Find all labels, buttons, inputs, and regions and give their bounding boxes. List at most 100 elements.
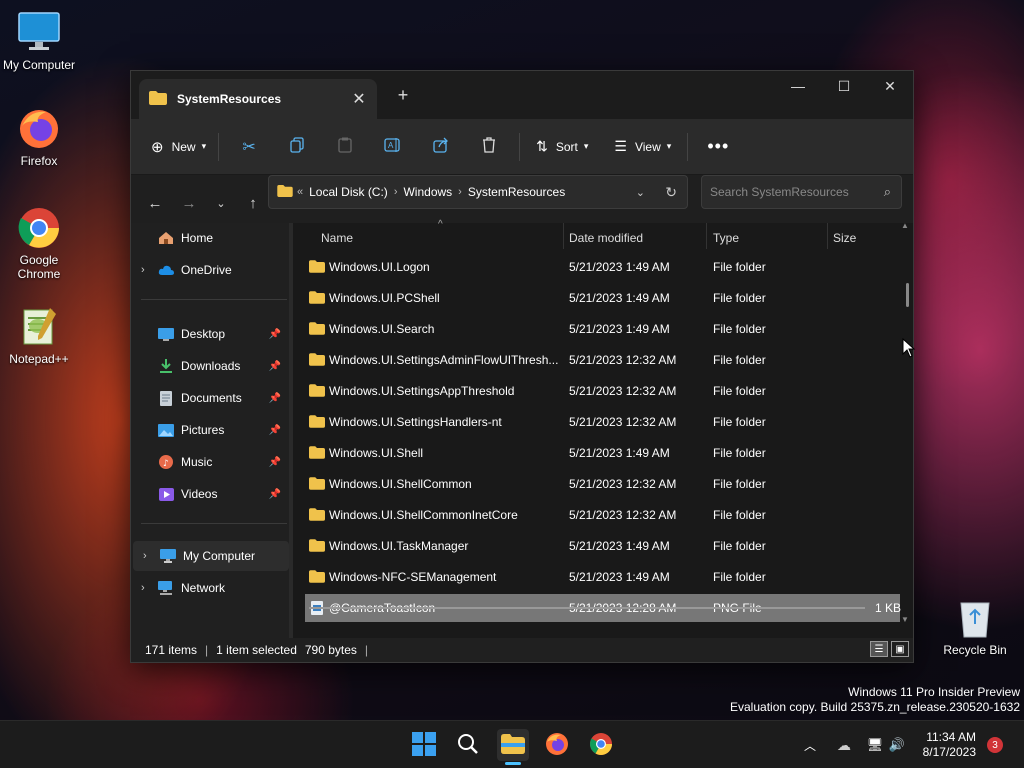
chevron-down-icon: ▾ (583, 141, 589, 151)
nav-item-pictures[interactable]: Pictures 📌 (131, 415, 287, 445)
tab-systemresources[interactable]: SystemResources ✕ (139, 79, 377, 119)
system-clock[interactable]: 11:34 AM 8/17/2023 (923, 730, 976, 760)
file-row[interactable]: Windows.UI.SettingsAppThreshold 5/21/2023… (305, 377, 900, 405)
taskbar-firefox[interactable] (541, 729, 573, 761)
overflow-chevron-icon[interactable]: « (297, 186, 303, 198)
pin-icon[interactable]: 📌 (269, 329, 281, 340)
expand-chevron-icon[interactable]: › (141, 264, 157, 276)
nav-item-home[interactable]: Home (131, 223, 287, 253)
file-row[interactable]: Windows-NFC-SEManagement 5/21/2023 1:49 A… (305, 563, 900, 591)
nav-item-my-computer[interactable]: › My Computer (133, 541, 289, 571)
search-button[interactable] (452, 729, 484, 761)
share-button[interactable] (417, 131, 465, 163)
back-button[interactable]: ← (139, 187, 171, 219)
address-dropdown-icon[interactable]: ⌄ (636, 186, 645, 199)
file-row[interactable]: Windows.UI.PCShell 5/21/2023 1:49 AM File … (305, 284, 900, 312)
network-icon (157, 580, 175, 596)
details-view-button[interactable]: ☰ (870, 641, 888, 657)
cut-button[interactable]: ✂ (225, 131, 273, 163)
column-header-type[interactable]: Type (713, 231, 739, 245)
close-tab-icon[interactable]: ✕ (347, 89, 371, 109)
nav-item-onedrive[interactable]: › OneDrive (131, 255, 287, 285)
music-icon: ♪ (157, 454, 175, 470)
column-header-date[interactable]: Date modified (569, 231, 643, 245)
file-row[interactable]: Windows.UI.SettingsHandlers-nt 5/21/2023 … (305, 408, 900, 436)
notification-badge[interactable]: 3 (987, 737, 1003, 753)
desktop-icon-chrome[interactable]: Google Chrome (1, 205, 77, 281)
taskbar-file-explorer[interactable] (497, 729, 529, 765)
column-header-size[interactable]: Size (833, 231, 856, 245)
pin-icon[interactable]: 📌 (269, 489, 281, 500)
file-type: File folder (713, 353, 766, 367)
forward-button[interactable]: → (173, 187, 205, 219)
scroll-down-arrow-icon[interactable]: ▼ (901, 615, 909, 624)
taskbar-chrome[interactable] (585, 729, 617, 761)
expand-chevron-icon[interactable]: › (143, 550, 159, 562)
network-status-icon[interactable]: 🖥 (864, 737, 886, 753)
more-options-button[interactable]: ••• (694, 131, 742, 163)
file-row[interactable]: Windows.UI.ShellCommon 5/21/2023 12:32 AM… (305, 470, 900, 498)
pin-icon[interactable]: 📌 (269, 393, 281, 404)
expand-chevron-icon[interactable]: › (141, 582, 157, 594)
file-name: Windows.UI.SettingsAppThreshold (329, 384, 515, 398)
sort-button[interactable]: ⇅ Sort ▾ (530, 131, 594, 163)
horizontal-scrollbar-thumb[interactable] (309, 607, 865, 609)
nav-item-documents[interactable]: Documents 📌 (131, 383, 287, 413)
volume-icon[interactable]: 🔊 (886, 737, 908, 753)
address-bar[interactable]: « Local Disk (C:) › Windows › SystemReso… (268, 175, 688, 209)
file-row[interactable]: Windows.UI.Shell 5/21/2023 1:49 AM File fo… (305, 439, 900, 467)
paste-button[interactable] (321, 131, 369, 163)
desktop-icon-notepadpp[interactable]: Notepad++ (1, 304, 77, 366)
selection-size: 790 bytes (304, 643, 357, 657)
desktop-icon-firefox[interactable]: Firefox (1, 106, 77, 168)
details-view-icon: ☰ (874, 643, 884, 655)
new-tab-button[interactable]: + (393, 85, 413, 106)
onedrive-offline-icon[interactable]: ☁ (828, 737, 860, 754)
file-name: Windows.UI.TaskManager (329, 539, 469, 553)
refresh-icon[interactable]: ↻ (665, 184, 677, 201)
column-header-name[interactable]: Name (321, 231, 353, 245)
rename-button[interactable]: A (369, 131, 417, 163)
file-explorer-icon (501, 733, 525, 757)
chevron-right-icon[interactable]: › (394, 186, 398, 198)
file-date-modified: 5/21/2023 1:49 AM (569, 570, 670, 584)
file-row[interactable]: Windows.UI.SettingsAdminFlowUIThresh... 5… (305, 346, 900, 374)
minimize-button[interactable]: — (775, 71, 821, 101)
pin-icon[interactable]: 📌 (269, 361, 281, 372)
show-hidden-icons-icon[interactable]: ︿ (800, 737, 820, 754)
nav-item-network[interactable]: › Network (131, 573, 287, 603)
desktop-icon-my-computer[interactable]: My Computer (1, 10, 77, 72)
view-button[interactable]: ☰ View ▾ (608, 131, 677, 163)
vertical-scrollbar-thumb[interactable] (906, 283, 909, 307)
nav-item-videos[interactable]: Videos 📌 (131, 479, 287, 509)
file-row[interactable]: Windows.UI.Search 5/21/2023 1:49 AM File f… (305, 315, 900, 343)
new-button[interactable]: ⊕ New ▾ (145, 131, 212, 163)
file-date-modified: 5/21/2023 12:32 AM (569, 508, 677, 522)
search-box[interactable]: Search SystemResources ⌕ (701, 175, 902, 209)
nav-item-desktop[interactable]: Desktop 📌 (131, 319, 287, 349)
copy-button[interactable] (273, 131, 321, 163)
toolbar-divider (519, 132, 521, 161)
close-button[interactable]: ✕ (867, 71, 913, 101)
up-button[interactable]: ↑ (237, 187, 269, 219)
maximize-button[interactable]: ☐ (821, 71, 867, 101)
breadcrumb-local-disk[interactable]: Local Disk (C:) (309, 185, 388, 199)
file-row[interactable]: Windows.UI.TaskManager 5/21/2023 1:49 AM F… (305, 532, 900, 560)
search-input[interactable]: Search SystemResources (710, 185, 849, 199)
nav-item-downloads[interactable]: Downloads 📌 (131, 351, 287, 381)
file-row[interactable]: Windows.UI.ShellCommonInetCore 5/21/2023 … (305, 501, 900, 529)
pin-icon[interactable]: 📌 (269, 457, 281, 468)
breadcrumb-systemresources[interactable]: SystemResources (468, 185, 565, 199)
nav-item-music[interactable]: ♪ Music 📌 (131, 447, 287, 477)
file-row[interactable]: Windows.UI.Logon 5/21/2023 1:49 AM File fo… (305, 253, 900, 281)
preview-view-button[interactable]: ▣ (891, 641, 909, 657)
start-button[interactable] (408, 729, 440, 761)
delete-button[interactable] (465, 131, 513, 163)
recent-locations-button[interactable]: ⌄ (205, 187, 237, 219)
desktop-icon-recycle-bin[interactable]: Recycle Bin (940, 595, 1010, 657)
file-type: File folder (713, 508, 766, 522)
chevron-right-icon[interactable]: › (458, 186, 462, 198)
pin-icon[interactable]: 📌 (269, 425, 281, 436)
breadcrumb-windows[interactable]: Windows (403, 185, 452, 199)
scroll-up-arrow-icon[interactable]: ▲ (901, 221, 909, 230)
